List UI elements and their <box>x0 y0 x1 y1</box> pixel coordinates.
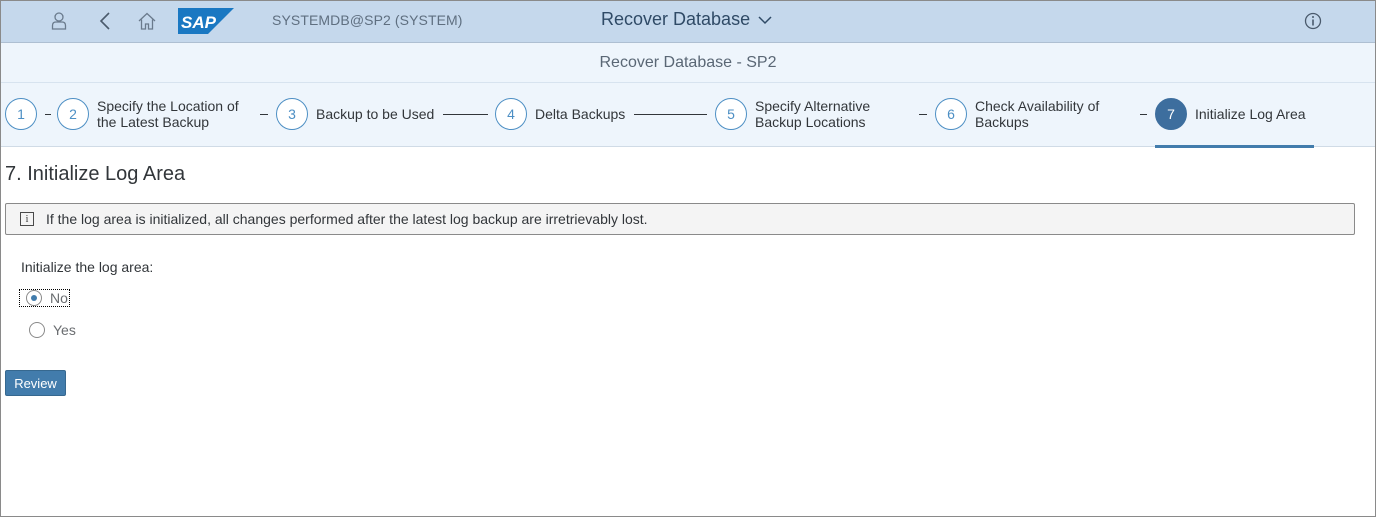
shell-bar: SAP SYSTEMDB@SP2 (SYSTEM) Recover Databa… <box>1 1 1375 43</box>
step-connector <box>634 114 707 115</box>
step-label-line: Backup Locations <box>755 114 866 130</box>
step-number: 7 <box>1155 98 1187 130</box>
wizard-step-4[interactable]: 4 Delta Backups <box>495 98 625 130</box>
step-label: Backup to be Used <box>316 106 435 122</box>
wizard-step-6[interactable]: 6 Check Availability of Backups <box>935 98 1099 130</box>
step-number: 3 <box>276 98 308 130</box>
step-connector <box>919 114 927 115</box>
step-number: 6 <box>935 98 967 130</box>
wizard-step-5[interactable]: 5 Specify Alternative Backup Locations <box>715 98 870 130</box>
review-button[interactable]: Review <box>5 370 66 396</box>
user-icon[interactable] <box>47 9 71 33</box>
radio-button[interactable] <box>26 290 42 306</box>
step-label-line: Backups <box>975 114 1029 130</box>
step-label-line: the Latest Backup <box>97 114 210 130</box>
step-connector <box>260 114 268 115</box>
help-icon[interactable] <box>1301 9 1325 33</box>
step-label: Delta Backups <box>535 106 626 122</box>
svg-text:SAP: SAP <box>181 13 217 32</box>
radio-label: No <box>50 290 68 306</box>
page-header: Recover Database - SP2 <box>1 43 1375 83</box>
step-label-line: Specify Alternative <box>755 98 871 114</box>
info-message-text: If the log area is initialized, all chan… <box>46 211 648 227</box>
radio-selected-dot <box>31 295 37 301</box>
radio-button[interactable] <box>29 322 45 338</box>
wizard-step-2[interactable]: 2 Specify the Location of the Latest Bac… <box>57 98 239 130</box>
radio-no[interactable]: No <box>19 289 70 307</box>
app-title: Recover Database <box>601 9 751 29</box>
wizard-step-1[interactable]: 1 <box>5 98 37 130</box>
step-number: 4 <box>495 98 527 130</box>
field-label: Initialize the log area: <box>21 259 154 275</box>
step-number: 2 <box>57 98 89 130</box>
app-title-menu[interactable]: Recover Database <box>601 9 772 30</box>
wizard-step-7[interactable]: 7 Initialize Log Area <box>1155 98 1306 130</box>
sap-logo[interactable]: SAP <box>178 8 234 34</box>
step-label: Check Availability of Backups <box>975 98 1099 130</box>
step-label: Initialize Log Area <box>1195 106 1306 122</box>
step-label: Specify the Location of the Latest Backu… <box>97 98 239 130</box>
info-message-strip: i If the log area is initialized, all ch… <box>5 203 1355 235</box>
radio-label: Yes <box>53 322 76 338</box>
step-number: 1 <box>5 98 37 130</box>
step-connector <box>45 114 51 115</box>
info-icon: i <box>20 212 34 226</box>
step-label-line: Specify the Location of <box>97 98 239 114</box>
section-heading: 7. Initialize Log Area <box>5 163 186 185</box>
step-connector <box>1140 114 1147 115</box>
active-step-indicator <box>1155 145 1314 148</box>
back-icon[interactable] <box>93 9 117 33</box>
page-title: Recover Database - SP2 <box>599 54 777 71</box>
step-label-line: Check Availability of <box>975 98 1100 114</box>
system-label: SYSTEMDB@SP2 (SYSTEM) <box>272 12 463 28</box>
radio-yes[interactable]: Yes <box>29 322 76 338</box>
wizard-progress: 1 2 Specify the Location of the Latest B… <box>1 83 1375 148</box>
home-icon[interactable] <box>135 9 159 33</box>
step-connector <box>443 114 488 115</box>
step-number: 5 <box>715 98 747 130</box>
wizard-step-3[interactable]: 3 Backup to be Used <box>276 98 434 130</box>
step-label: Specify Alternative Backup Locations <box>755 98 870 130</box>
chevron-down-icon <box>758 9 772 30</box>
